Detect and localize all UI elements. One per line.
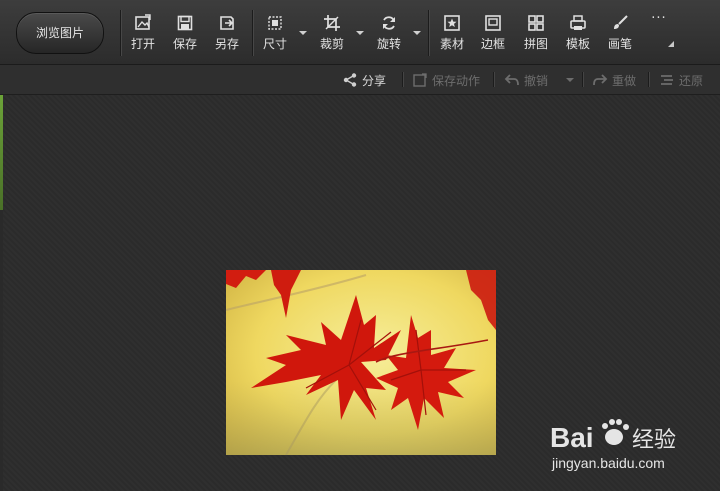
grid-icon — [528, 15, 544, 31]
resize-icon — [268, 16, 282, 30]
crop-icon — [324, 15, 340, 31]
crop-button[interactable]: 裁剪 — [315, 12, 349, 56]
toolbar-divider — [120, 10, 121, 56]
expand-corner-icon[interactable] — [668, 41, 674, 47]
undo-dropdown-icon[interactable] — [565, 75, 575, 85]
more-icon: ··· — [651, 11, 667, 26]
baidu-jingyan-watermark: Bai 经验 jingyan.baidu.com — [548, 415, 718, 475]
save-button[interactable]: 保存 — [168, 12, 202, 56]
paw-icon — [602, 419, 629, 445]
maple-leaf-photo — [226, 270, 496, 455]
action-divider — [493, 72, 494, 87]
share-button[interactable]: 分享 — [342, 71, 386, 89]
save-label: 保存 — [172, 37, 197, 51]
material-label: 素材 — [439, 37, 464, 51]
save-icon — [177, 15, 193, 31]
share-label: 分享 — [362, 73, 387, 88]
template-button[interactable]: 模板 — [561, 12, 595, 56]
restore-button[interactable]: 还原 — [659, 71, 703, 89]
save-as-button[interactable]: 另存 — [210, 12, 244, 56]
action-divider — [582, 72, 583, 87]
frame-icon — [485, 15, 501, 31]
restore-icon — [661, 75, 673, 85]
rotate-dropdown-icon[interactable] — [412, 28, 422, 38]
rotate-icon — [383, 16, 395, 30]
maple-leaf-image — [226, 270, 496, 455]
save-action-icon — [413, 73, 427, 87]
rotate-label: 旋转 — [376, 37, 401, 51]
action-divider — [648, 72, 649, 87]
watermark-brand: Bai — [550, 422, 594, 453]
baidu-logo: Bai 经验 jingyan.baidu.com — [550, 419, 676, 471]
save-action-label: 保存动作 — [432, 73, 481, 88]
crop-label: 裁剪 — [319, 37, 344, 51]
toolbar-divider — [252, 10, 253, 56]
undo-icon — [504, 74, 519, 86]
restore-label: 还原 — [679, 73, 704, 88]
share-icon — [343, 73, 357, 87]
crop-dropdown-icon[interactable] — [355, 28, 365, 38]
save-as-label: 另存 — [214, 37, 239, 51]
collage-button[interactable]: 拼图 — [519, 12, 553, 56]
undo-button[interactable]: 撤销 — [504, 71, 548, 89]
open-button[interactable]: 打开 — [126, 12, 160, 56]
save-as-icon — [220, 16, 234, 30]
main-toolbar: 浏览图片 打开 保存 另存 尺寸 裁剪 旋转 素材 边框 拼图 模板 画笔 ··… — [0, 0, 720, 65]
redo-label: 重做 — [612, 73, 637, 88]
toolbar-divider — [428, 10, 429, 56]
printer-icon — [570, 15, 586, 30]
collage-label: 拼图 — [523, 37, 548, 51]
browse-images-button[interactable]: 浏览图片 — [16, 12, 104, 54]
watermark-url: jingyan.baidu.com — [551, 455, 665, 471]
redo-icon — [593, 74, 608, 86]
brush-label: 画笔 — [607, 37, 632, 51]
template-label: 模板 — [565, 37, 590, 51]
star-icon — [444, 15, 460, 31]
action-divider — [402, 72, 403, 87]
material-button[interactable]: 素材 — [435, 12, 469, 56]
watermark-brand-suffix: 经验 — [632, 428, 676, 453]
brush-button[interactable]: 画笔 — [603, 12, 637, 56]
save-action-button[interactable]: 保存动作 — [412, 71, 480, 89]
brush-icon — [614, 15, 628, 29]
resize-label: 尺寸 — [262, 37, 287, 51]
rotate-button[interactable]: 旋转 — [372, 12, 406, 56]
redo-button[interactable]: 重做 — [592, 71, 636, 89]
resize-dropdown-icon[interactable] — [298, 28, 308, 38]
border-button[interactable]: 边框 — [476, 12, 510, 56]
open-label: 打开 — [130, 37, 155, 51]
action-bar: 分享 保存动作 撤销 重做 还原 — [0, 65, 720, 95]
undo-label: 撤销 — [524, 73, 549, 88]
resize-button[interactable]: 尺寸 — [258, 12, 292, 56]
border-label: 边框 — [480, 37, 505, 51]
open-icon — [135, 14, 151, 30]
